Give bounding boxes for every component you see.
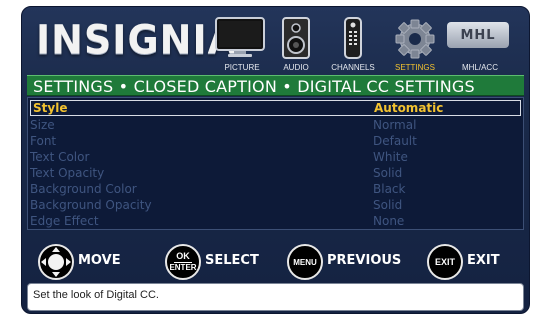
setting-row-background-color[interactable]: Background Color Black <box>30 181 521 197</box>
setting-label: Text Opacity <box>30 166 105 180</box>
setting-label: Style <box>33 101 68 115</box>
settings-list: Style Automatic Size Normal Font Default… <box>27 97 524 230</box>
menu-label-picture: PICTURE <box>224 63 260 72</box>
help-text-bar: Set the look of Digital CC. <box>27 283 524 311</box>
ok-text: OK <box>176 251 190 261</box>
setting-label: Background Color <box>30 182 137 196</box>
setting-row-font[interactable]: Font Default <box>30 133 521 149</box>
breadcrumb-title-bar: SETTINGS • CLOSED CAPTION • DIGITAL CC S… <box>27 75 524 96</box>
exit-button-icon: EXIT <box>427 244 463 280</box>
tv-icon <box>215 17 265 57</box>
setting-value: Normal <box>373 118 417 132</box>
help-text: Set the look of Digital CC. <box>33 289 159 301</box>
setting-label: Text Color <box>30 150 90 164</box>
menu-label-settings: SETTINGS <box>394 63 435 72</box>
setting-value: Solid <box>373 198 403 212</box>
remote-icon <box>344 17 362 59</box>
setting-row-background-opacity[interactable]: Background Opacity Solid <box>30 197 521 213</box>
setting-row-edge-effect[interactable]: Edge Effect None <box>30 213 521 229</box>
tv-menu-screen: INSIGNIA PICTURE AUDIO CHANNELS SETTINGS… <box>0 0 542 316</box>
hint-label-exit: EXIT <box>467 253 500 268</box>
setting-value: White <box>373 150 408 164</box>
menu-label-audio: AUDIO <box>283 63 309 72</box>
setting-value: None <box>373 214 405 228</box>
setting-row-style[interactable]: Style Automatic <box>30 100 521 116</box>
setting-value: Black <box>373 182 406 196</box>
hint-label-move: MOVE <box>78 253 121 268</box>
setting-label: Font <box>30 134 57 148</box>
menu-label-mhl-acc: MHL/ACC <box>461 63 498 72</box>
menu-label-channels: CHANNELS <box>331 63 375 72</box>
dpad-icon <box>38 244 74 280</box>
setting-row-size[interactable]: Size Normal <box>30 117 521 133</box>
enter-text: ENTER <box>169 263 197 272</box>
mhl-logo-text: MHL <box>460 27 496 43</box>
setting-value: Default <box>373 134 417 148</box>
ok-enter-button-icon: OK ENTER <box>165 244 201 280</box>
hint-label-select: SELECT <box>205 253 259 268</box>
speaker-icon <box>282 17 310 59</box>
setting-value: Solid <box>373 166 403 180</box>
gear-icon <box>395 19 435 59</box>
setting-value: Automatic <box>374 101 444 115</box>
hint-label-previous: PREVIOUS <box>327 253 402 268</box>
setting-label: Edge Effect <box>30 214 99 228</box>
brand-logo: INSIGNIA <box>36 16 238 64</box>
mhl-logo-icon: MHL <box>447 22 509 48</box>
page-title: SETTINGS • CLOSED CAPTION • DIGITAL CC S… <box>33 77 475 96</box>
setting-label: Size <box>30 118 55 132</box>
setting-row-text-color[interactable]: Text Color White <box>30 149 521 165</box>
setting-row-text-opacity[interactable]: Text Opacity Solid <box>30 165 521 181</box>
menu-button-icon: MENU <box>287 244 323 280</box>
setting-label: Background Opacity <box>30 198 152 212</box>
